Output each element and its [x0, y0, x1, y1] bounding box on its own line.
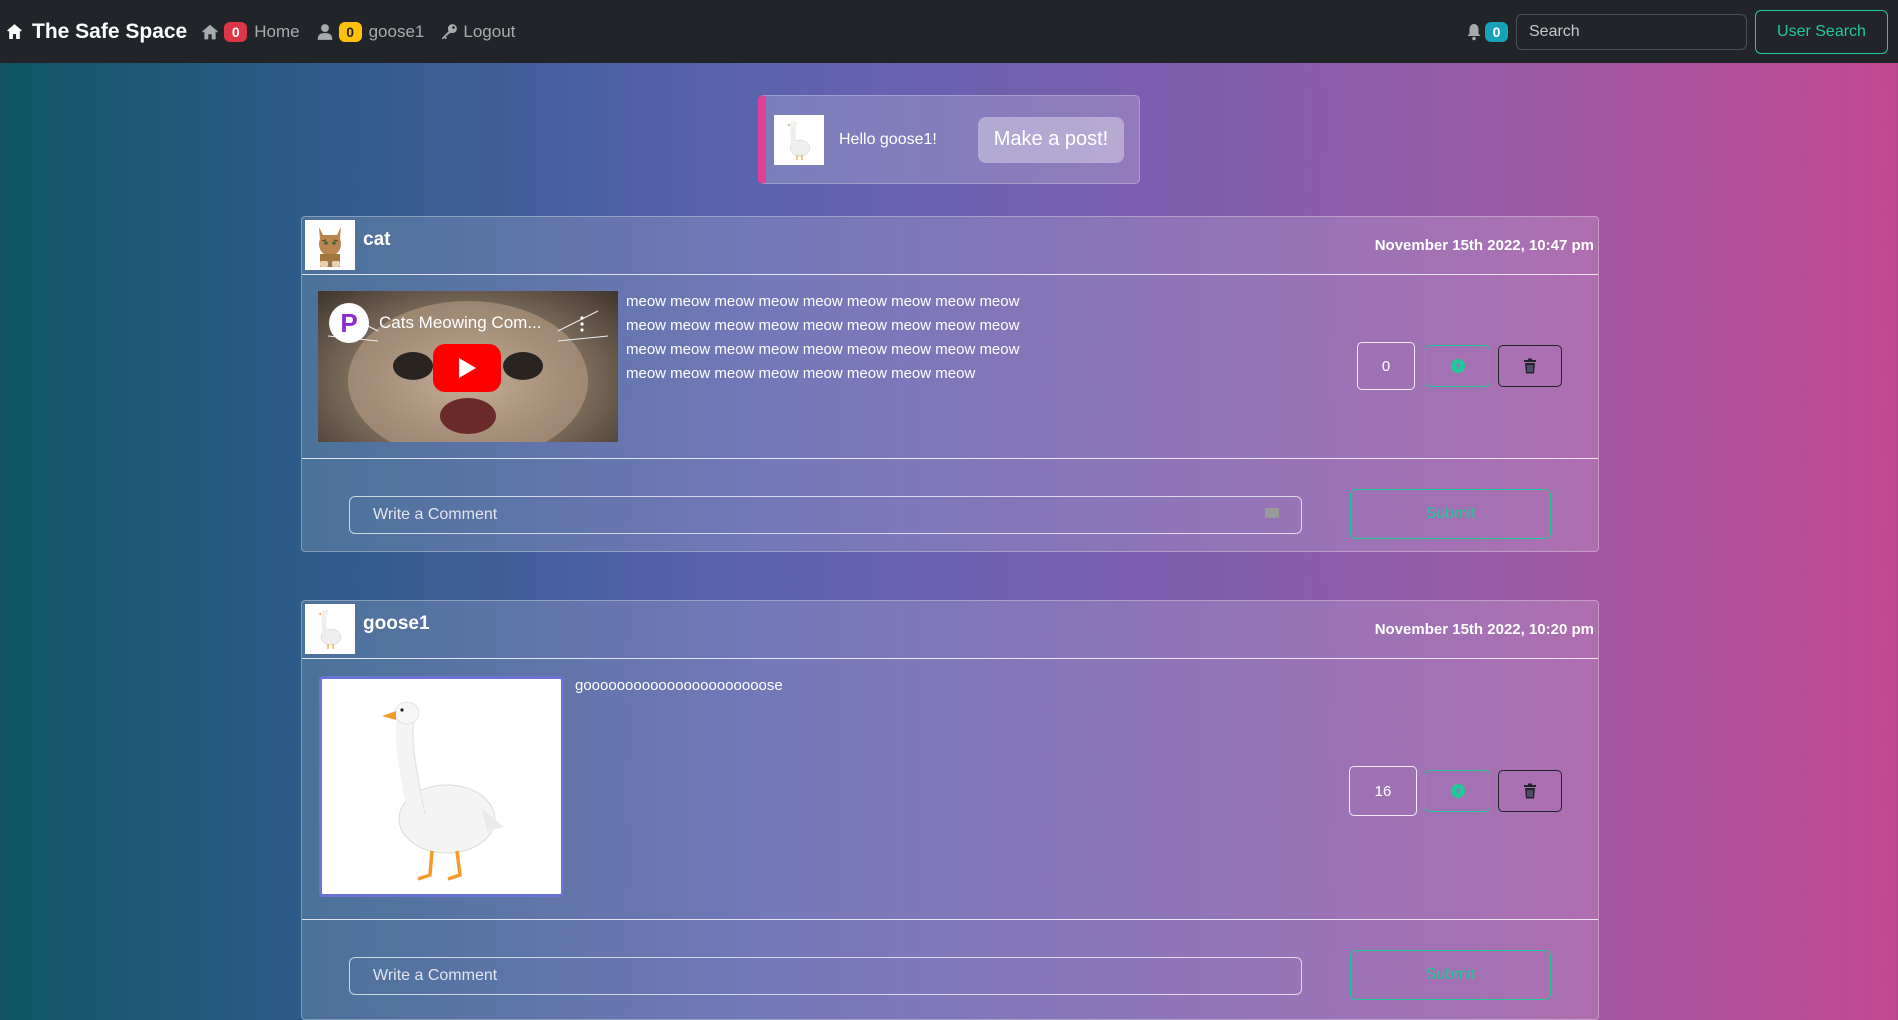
comment-placeholder: Write a Comment — [373, 967, 498, 984]
post-card: goose1 November 15th 2022, 10:20 pm gooo… — [301, 600, 1599, 1020]
nav-home-label: Home — [254, 21, 300, 41]
post-text-line: meow meow meow meow meow meow meow meow … — [626, 341, 1020, 358]
goose-image — [382, 701, 504, 881]
vote-count: 16 — [1349, 766, 1417, 816]
navbar: The Safe Space 0 Home 0 goose1 Logout 0 … — [0, 0, 1898, 63]
notifications[interactable]: 0 — [1466, 21, 1508, 42]
nav-profile[interactable]: 0 goose1 — [316, 21, 425, 42]
arrow-up-circle-icon — [1450, 784, 1465, 798]
comment-input[interactable]: Write a Comment — [349, 957, 1302, 995]
user-icon — [317, 23, 332, 40]
home-badge: 0 — [224, 21, 248, 42]
kebab-menu-icon[interactable] — [580, 316, 584, 332]
submit-comment-button[interactable]: Submit — [1350, 489, 1551, 539]
search-input[interactable]: Search — [1516, 13, 1747, 50]
goose-avatar-image — [787, 120, 811, 160]
notification-badge: 0 — [1485, 21, 1508, 42]
nav-home[interactable]: 0 Home — [201, 21, 300, 42]
delete-button[interactable] — [1498, 770, 1562, 812]
greeting-avatar — [774, 114, 824, 165]
post-username[interactable]: cat — [363, 229, 390, 251]
post-date: November 15th 2022, 10:20 pm — [1374, 621, 1594, 638]
comment-row: Write a Comment Submit — [302, 920, 1598, 1013]
comment-placeholder: Write a Comment — [373, 506, 498, 523]
post-header: cat November 15th 2022, 10:47 pm — [302, 217, 1598, 275]
trash-icon — [1524, 783, 1536, 799]
post-text: goooooooooooooooooooooose — [575, 677, 783, 694]
post-text: meow meow meow meow meow meow meow meow … — [626, 290, 1066, 386]
search-placeholder: Search — [1529, 22, 1580, 40]
upvote-button[interactable] — [1425, 770, 1490, 812]
make-post-button[interactable]: Make a post! — [978, 116, 1124, 163]
post-body: goooooooooooooooooooooose 16 — [302, 659, 1598, 920]
post-card: cat November 15th 2022, 10:47 pm P Cats … — [301, 216, 1599, 552]
post-header: goose1 November 15th 2022, 10:20 pm — [302, 601, 1598, 659]
greeting-card: Hello goose1! Make a post! — [758, 95, 1140, 184]
profile-badge: 0 — [338, 21, 362, 42]
play-icon — [459, 358, 476, 378]
video-embed[interactable]: P Cats Meowing Com... — [318, 291, 618, 442]
post-username[interactable]: goose1 — [363, 613, 430, 635]
post-text-line: meow meow meow meow meow meow meow meow … — [626, 317, 1020, 334]
nav-logout[interactable]: Logout — [440, 22, 515, 42]
delete-button[interactable] — [1498, 345, 1562, 387]
vote-count: 0 — [1357, 342, 1415, 390]
upvote-button[interactable] — [1425, 345, 1490, 387]
post-text-line: meow meow meow meow meow meow meow meow — [626, 365, 976, 382]
bell-icon — [1467, 23, 1481, 40]
navbar-right: 0 Search User Search — [1466, 0, 1898, 63]
goose-avatar-image — [318, 609, 342, 649]
play-button[interactable] — [433, 344, 501, 392]
post-image[interactable] — [319, 676, 564, 897]
key-icon — [442, 23, 458, 39]
brand-link[interactable]: The Safe Space — [6, 20, 187, 44]
video-title[interactable]: Cats Meowing Com... — [379, 313, 542, 333]
trash-icon — [1524, 358, 1536, 374]
greeting-text: Hello goose1! — [839, 130, 937, 148]
post-body: P Cats Meowing Com... meow meow meow meo… — [302, 275, 1598, 459]
post-avatar[interactable] — [305, 220, 355, 270]
submit-comment-button[interactable]: Submit — [1350, 950, 1551, 1000]
post-text-line: meow meow meow meow meow meow meow meow … — [626, 293, 1020, 310]
arrow-up-circle-icon — [1450, 359, 1465, 373]
post-avatar[interactable] — [305, 604, 355, 654]
comment-row: Write a Comment Submit — [302, 459, 1598, 552]
home-icon — [202, 24, 219, 39]
password-manager-icon[interactable] — [1265, 508, 1279, 518]
post-date: November 15th 2022, 10:47 pm — [1374, 237, 1594, 254]
nav-profile-label: goose1 — [368, 21, 425, 41]
channel-logo[interactable]: P — [329, 303, 369, 343]
brand-title: The Safe Space — [32, 19, 188, 43]
user-search-button[interactable]: User Search — [1755, 9, 1888, 54]
nav-logout-label: Logout — [463, 21, 516, 41]
brand-home-icon — [7, 24, 22, 39]
cat-avatar-image — [319, 227, 341, 267]
comment-input[interactable]: Write a Comment — [349, 496, 1302, 534]
